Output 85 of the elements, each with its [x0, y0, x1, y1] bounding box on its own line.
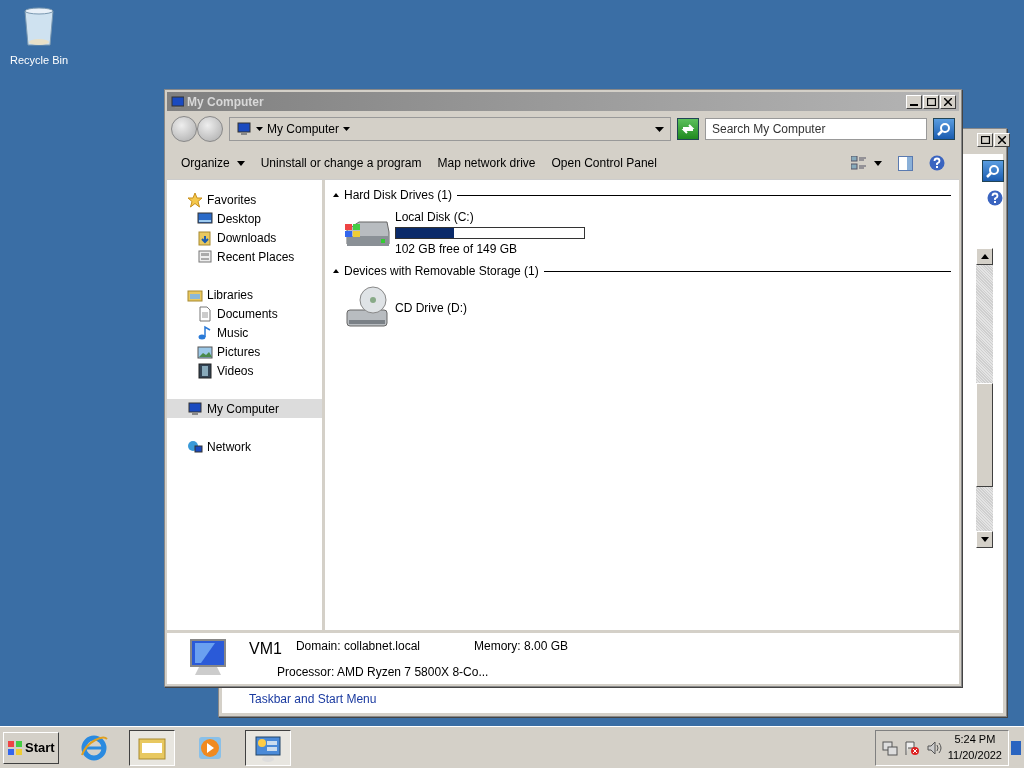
window-title: My Computer: [187, 93, 265, 111]
dropdown-icon: [655, 126, 664, 132]
recycle-bin-icon: [22, 6, 56, 48]
computer-icon: [236, 121, 252, 137]
sidebar-item[interactable]: Network: [167, 437, 322, 456]
close-button[interactable]: [994, 133, 1010, 147]
folder-icon: [197, 229, 213, 246]
start-button[interactable]: Start: [3, 731, 59, 764]
back-button[interactable]: [171, 116, 197, 142]
scroll-up-icon: [980, 254, 989, 259]
pane-icon: [898, 155, 913, 171]
maximize-button[interactable]: [977, 133, 993, 147]
taskbar-button[interactable]: [244, 729, 291, 766]
drive-item[interactable]: CD Drive (D:): [333, 280, 951, 336]
film-icon: [197, 362, 213, 379]
scroll-down-icon: [980, 537, 989, 542]
icon-label[interactable]: Recycle Bin: [9, 52, 69, 69]
computer-name: VM1: [249, 639, 282, 659]
search-button[interactable]: [933, 118, 955, 140]
network-icon: [187, 438, 203, 455]
star-icon: [187, 191, 203, 208]
maximize-icon: [980, 136, 990, 144]
sidebar-item[interactable]: Recent Places: [167, 247, 322, 266]
computer-icon: [187, 400, 203, 417]
flag-icon: [903, 739, 920, 756]
sidebar-item[interactable]: Videos: [167, 361, 322, 380]
scrollbar[interactable]: [976, 248, 993, 548]
sidebar-item[interactable]: Desktop: [167, 209, 322, 228]
maximize-button[interactable]: [923, 94, 939, 109]
free-space: 102 GB free of 149 GB: [395, 241, 519, 258]
drive-item[interactable]: Local Disk (C:) 102 GB free of 149 GB: [333, 204, 951, 262]
sidebar-item[interactable]: Libraries: [167, 285, 322, 304]
group-header[interactable]: Hard Disk Drives (1): [344, 186, 452, 204]
sidebar-item[interactable]: Pictures: [167, 342, 322, 361]
search-field[interactable]: Search My Computer: [705, 118, 927, 140]
sidebar-item[interactable]: Downloads: [167, 228, 322, 247]
taskbar-button[interactable]: [128, 729, 175, 766]
address-bar[interactable]: My Computer: [229, 117, 671, 141]
network-icon: [881, 739, 898, 756]
link[interactable]: Taskbar and Start Menu: [249, 690, 377, 708]
refresh-button[interactable]: [677, 118, 699, 140]
sidebar-item[interactable]: My Computer: [167, 399, 322, 418]
toolbar-button[interactable]: Open Control Panel: [545, 151, 663, 175]
clock-time: 5:24 PM: [954, 732, 996, 748]
breadcrumb[interactable]: My Computer: [267, 120, 340, 138]
caret-icon: [874, 160, 882, 166]
document-icon: [197, 305, 213, 322]
picture-icon: [197, 343, 213, 360]
caret-icon: [343, 127, 351, 131]
caret-icon: [256, 127, 263, 131]
group-header[interactable]: Devices with Removable Storage (1): [344, 262, 539, 280]
search-icon: [937, 122, 951, 136]
collapse-icon: [333, 269, 339, 273]
toolbar-button[interactable]: Uninstall or change a program: [254, 151, 428, 175]
clock-date: 11/20/2022: [947, 747, 1002, 763]
search-icon: [986, 164, 1000, 178]
minimize-button[interactable]: [906, 94, 922, 109]
toolbar-button[interactable]: Map network drive: [431, 151, 542, 175]
close-icon: [944, 97, 952, 106]
sidebar-item[interactable]: Music: [167, 323, 322, 342]
refresh-icon: [681, 123, 695, 135]
drive-name: Local Disk (C:): [395, 209, 475, 226]
windows-logo-icon: [7, 739, 23, 756]
close-button[interactable]: [940, 94, 956, 109]
view-icon: [851, 156, 867, 170]
close-icon: [998, 136, 1006, 144]
desktop-icon: [197, 210, 213, 227]
forward-button[interactable]: [197, 116, 223, 142]
sidebar-item[interactable]: Favorites: [167, 190, 322, 209]
computer-icon: [170, 95, 184, 108]
music-note-icon: [197, 324, 213, 341]
volume-icon: [925, 739, 942, 756]
domain-label: Domain: collabnet.local: [295, 638, 420, 655]
clock[interactable]: 5:24 PM 11/20/2022: [947, 732, 1002, 763]
memory-label: Memory: 8.00 GB: [474, 638, 568, 655]
toolbar-button[interactable]: Organize: [175, 151, 251, 175]
show-desktop-icon: [1011, 740, 1021, 755]
sidebar-item[interactable]: Documents: [167, 304, 322, 323]
search-button[interactable]: [982, 160, 1004, 182]
collapse-icon: [333, 193, 339, 197]
help-icon: [929, 155, 945, 171]
maximize-icon: [926, 97, 936, 106]
processor-label: Processor: AMD Ryzen 7 5800X 8-Co...: [276, 664, 490, 681]
drive-name: CD Drive (D:): [395, 300, 467, 317]
minimize-icon: [910, 103, 918, 106]
